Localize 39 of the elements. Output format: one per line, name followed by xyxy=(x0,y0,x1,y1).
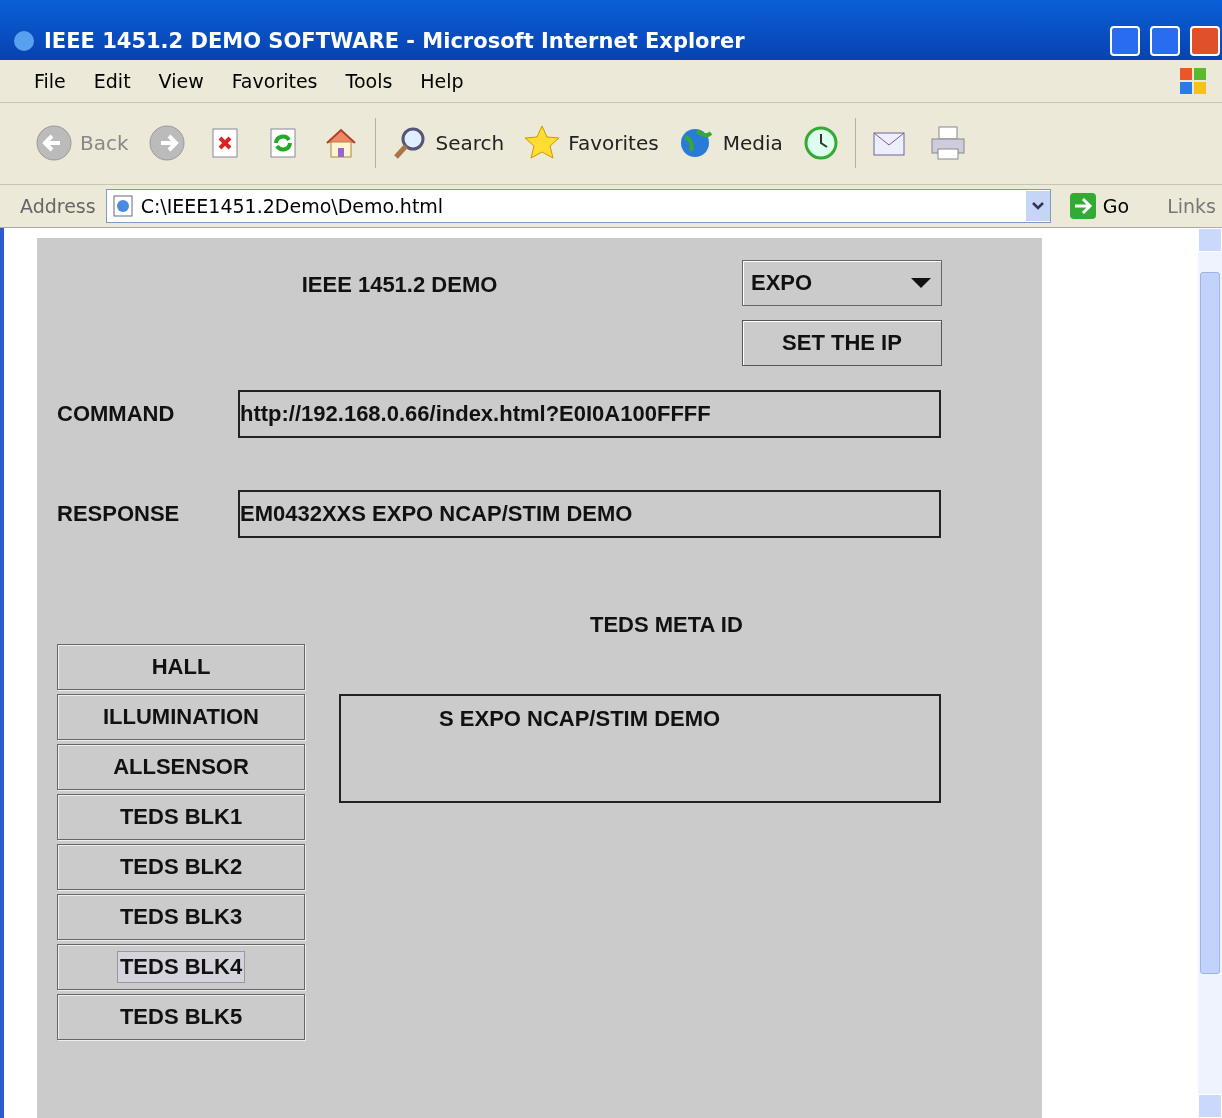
sensor-button[interactable]: TEDS BLK3 xyxy=(57,894,305,940)
vertical-scrollbar[interactable] xyxy=(1198,228,1222,1118)
menu-item[interactable]: Help xyxy=(406,69,478,92)
section-title: TEDS META ID xyxy=(590,612,744,638)
sensor-button[interactable]: HALL xyxy=(57,644,305,690)
minimize-button[interactable] xyxy=(1110,25,1140,56)
menu-item[interactable]: Tools xyxy=(331,69,407,92)
sensor-button[interactable]: ALLSENSOR xyxy=(57,744,305,790)
address-label: Address xyxy=(20,195,96,218)
field-label: RESPONSE xyxy=(57,501,181,527)
search-button[interactable]: Search xyxy=(385,121,509,166)
links-label[interactable]: Links xyxy=(1147,195,1222,218)
go-button[interactable]: Go xyxy=(1060,192,1138,221)
window-title: IEEE 1451.2 DEMO SOFTWARE - Microsoft Internet Explorer xyxy=(44,28,745,53)
set-ip-button[interactable]: SET THE IP xyxy=(742,320,942,366)
windows-logo-icon xyxy=(1178,65,1208,96)
menu-item[interactable]: Edit xyxy=(79,69,145,92)
text-area[interactable]: S EXPO NCAP/STIM DEMO xyxy=(339,694,941,803)
menu-item[interactable]: File xyxy=(20,69,80,92)
favorites-button[interactable]: Favorites xyxy=(518,121,663,166)
sensor-button[interactable]: TEDS BLK1 xyxy=(57,794,305,840)
text-field[interactable]: http://192.168.0.66/index.html?E0I0A100FFFF xyxy=(238,390,941,438)
field-label: COMMAND xyxy=(57,401,176,427)
browser-icon xyxy=(12,28,36,53)
page-icon xyxy=(110,194,135,219)
menu-item[interactable]: Favorites xyxy=(217,69,332,92)
maximize-button[interactable] xyxy=(1150,25,1180,56)
text-field[interactable]: EM0432XXS EXPO NCAP/STIM DEMO xyxy=(238,490,941,538)
dropdown-arrow-icon xyxy=(911,278,931,288)
applet-title: IEEE 1451.2 DEMO xyxy=(300,271,499,298)
media-button[interactable]: Media xyxy=(672,121,787,166)
address-field[interactable]: C:\IEEE1451.2Demo\Demo.html xyxy=(105,189,1051,224)
close-button[interactable] xyxy=(1190,25,1220,56)
sensor-button[interactable]: TEDS BLK4 xyxy=(57,944,305,990)
menu-item[interactable]: View xyxy=(144,69,218,92)
sensor-button[interactable]: ILLUMINATION xyxy=(57,694,305,740)
sensor-button[interactable]: TEDS BLK5 xyxy=(57,994,305,1040)
sensor-button[interactable]: TEDS BLK2 xyxy=(57,844,305,890)
device-dropdown[interactable]: EXPO xyxy=(742,260,942,306)
